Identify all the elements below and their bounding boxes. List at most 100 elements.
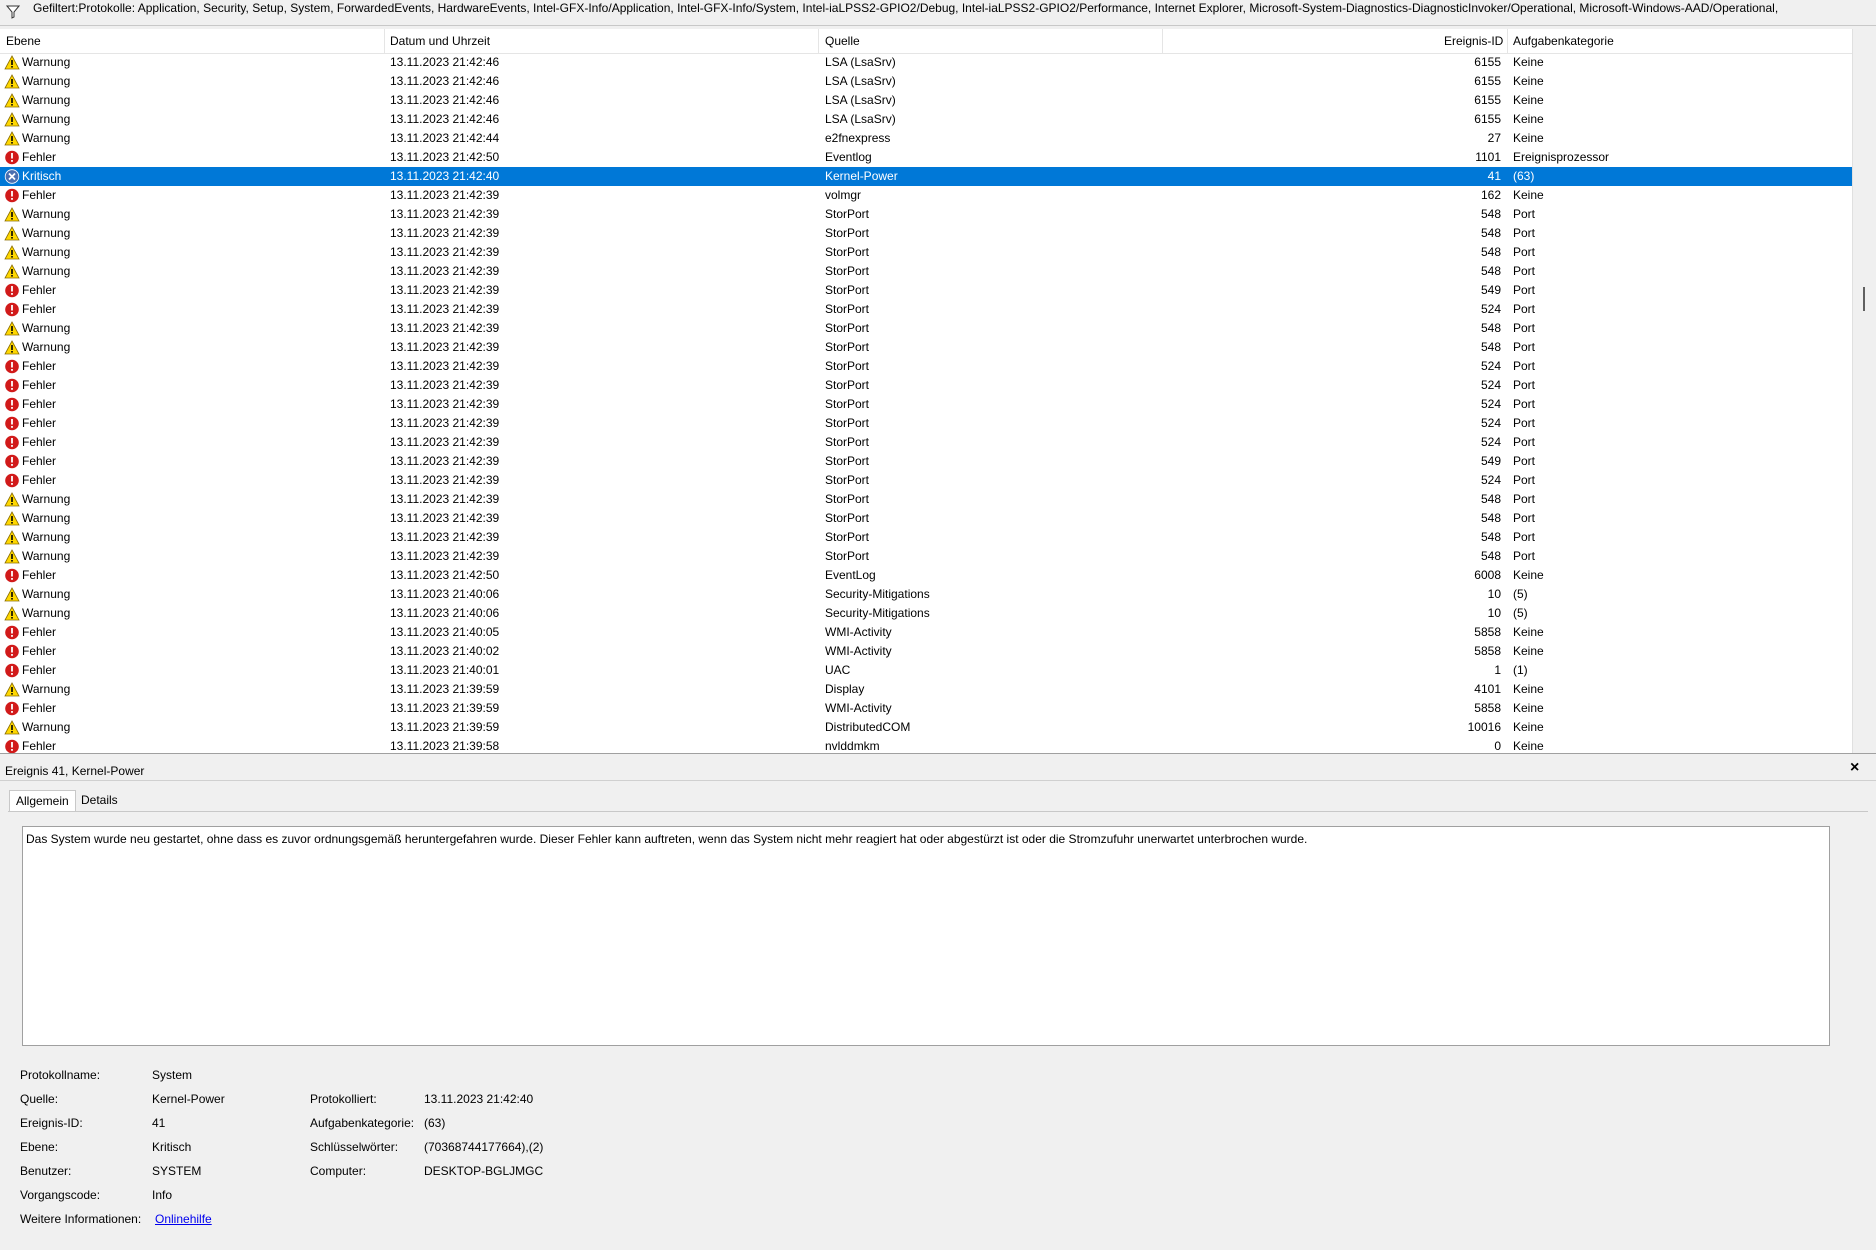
label-level: Ebene: xyxy=(20,1140,59,1154)
table-row[interactable]: Warnung 13.11.2023 21:42:39 StorPort 548 Por… xyxy=(0,224,1852,243)
column-datetime[interactable]: Datum und Uhrzeit xyxy=(390,34,490,48)
row-category: Port xyxy=(1513,473,1536,487)
row-category: Port xyxy=(1513,511,1536,525)
row-source: WMI-Activity xyxy=(825,625,892,639)
table-row[interactable]: Warnung 13.11.2023 21:42:39 StorPort 548 Por… xyxy=(0,243,1852,262)
row-category: Keine xyxy=(1513,625,1544,639)
online-help-link[interactable]: Onlinehilfe xyxy=(155,1212,212,1226)
row-source: LSA (LsaSrv) xyxy=(825,74,896,88)
row-level: Warnung xyxy=(22,511,71,525)
detail-title: Ereignis 41, Kernel-Power xyxy=(5,764,145,778)
tab-general[interactable]: Allgemein xyxy=(9,790,76,811)
table-row[interactable]: Warnung 13.11.2023 21:39:59 DistributedCOM… xyxy=(0,718,1852,737)
row-datetime: 13.11.2023 21:42:50 xyxy=(390,568,500,582)
column-event-id[interactable]: Ereignis-ID xyxy=(1444,34,1503,48)
row-source: DistributedCOM xyxy=(825,720,911,734)
table-row[interactable]: Warnung 13.11.2023 21:42:46 LSA (LsaSrv) 61… xyxy=(0,91,1852,110)
column-source[interactable]: Quelle xyxy=(825,34,860,48)
table-row[interactable]: Warnung 13.11.2023 21:39:59 Display 4101 Kei… xyxy=(0,680,1852,699)
row-level: Fehler xyxy=(22,663,57,677)
table-row[interactable]: Fehler 13.11.2023 21:42:39 StorPort 549 Port xyxy=(0,281,1852,300)
row-datetime: 13.11.2023 21:42:46 xyxy=(390,74,500,88)
warning-icon xyxy=(4,131,20,146)
table-row[interactable]: Fehler 13.11.2023 21:42:39 StorPort 524 Port xyxy=(0,300,1852,319)
table-row[interactable]: Fehler 13.11.2023 21:39:58 nvlddmkm 0 Keine xyxy=(0,737,1852,753)
row-event-id: 10 xyxy=(1487,587,1501,601)
table-row[interactable]: Warnung 13.11.2023 21:42:39 StorPort 548 Por… xyxy=(0,547,1852,566)
row-datetime: 13.11.2023 21:42:39 xyxy=(390,188,500,202)
row-category: Port xyxy=(1513,378,1536,392)
row-source: StorPort xyxy=(825,511,870,525)
table-row[interactable]: Fehler 13.11.2023 21:42:50 EventLog 6008 Kei… xyxy=(0,566,1852,585)
table-row[interactable]: Fehler 13.11.2023 21:39:59 WMI-Activity 585… xyxy=(0,699,1852,718)
row-datetime: 13.11.2023 21:40:02 xyxy=(390,644,500,658)
table-row[interactable]: Warnung 13.11.2023 21:42:39 StorPort 548 Por… xyxy=(0,319,1852,338)
row-category: Port xyxy=(1513,283,1536,297)
row-event-id: 548 xyxy=(1480,549,1501,563)
table-row[interactable]: Fehler 13.11.2023 21:40:05 WMI-Activity 585… xyxy=(0,623,1852,642)
row-source: StorPort xyxy=(825,340,870,354)
warning-icon xyxy=(4,55,20,70)
table-row[interactable]: Warnung 13.11.2023 21:42:46 LSA (LsaSrv) 61… xyxy=(0,72,1852,91)
table-row[interactable]: Warnung 13.11.2023 21:42:39 StorPort 548 Por… xyxy=(0,338,1852,357)
warning-icon xyxy=(4,720,20,735)
table-row[interactable]: Warnung 13.11.2023 21:42:39 StorPort 548 Por… xyxy=(0,205,1852,224)
description-box[interactable]: Das System wurde neu gestartet, ohne das… xyxy=(22,826,1830,1046)
row-level: Warnung xyxy=(22,587,71,601)
table-row[interactable]: Warnung 13.11.2023 21:42:46 LSA (LsaSrv) 61… xyxy=(0,53,1852,72)
table-row[interactable]: Warnung 13.11.2023 21:40:06 Security-Mitig… xyxy=(0,604,1852,623)
label-more-info: Weitere Informationen: xyxy=(20,1212,142,1226)
close-icon[interactable]: × xyxy=(1850,759,1859,777)
row-datetime: 13.11.2023 21:39:59 xyxy=(390,720,500,734)
row-event-id: 41 xyxy=(1487,169,1501,183)
row-level: Warnung xyxy=(22,245,71,259)
warning-icon xyxy=(4,226,20,241)
table-row[interactable]: Fehler 13.11.2023 21:42:39 volmgr 162 Keine xyxy=(0,186,1852,205)
table-row[interactable]: Fehler 13.11.2023 21:42:39 StorPort 524 Port xyxy=(0,357,1852,376)
row-category: (5) xyxy=(1513,606,1528,620)
label-logged: Protokolliert: xyxy=(310,1092,377,1106)
row-datetime: 13.11.2023 21:42:44 xyxy=(390,131,500,145)
row-datetime: 13.11.2023 21:42:46 xyxy=(390,55,500,69)
table-row[interactable]: Fehler 13.11.2023 21:42:39 StorPort 524 Port xyxy=(0,376,1852,395)
row-event-id: 548 xyxy=(1480,321,1501,335)
event-list[interactable]: Ebene Datum und Uhrzeit Quelle Ereignis-… xyxy=(0,29,1876,754)
table-row[interactable]: Fehler 13.11.2023 21:42:39 StorPort 524 Port xyxy=(0,414,1852,433)
column-category[interactable]: Aufgabenkategorie xyxy=(1513,34,1614,48)
row-source: WMI-Activity xyxy=(825,644,892,658)
value-logged: 13.11.2023 21:42:40 xyxy=(424,1092,534,1106)
row-category: (63) xyxy=(1513,169,1535,183)
row-datetime: 13.11.2023 21:42:46 xyxy=(390,93,500,107)
row-datetime: 13.11.2023 21:42:39 xyxy=(390,492,500,506)
table-row[interactable]: Fehler 13.11.2023 21:40:02 WMI-Activity 585… xyxy=(0,642,1852,661)
row-level: Fehler xyxy=(22,568,57,582)
row-event-id: 5858 xyxy=(1474,701,1501,715)
table-row[interactable]: Fehler 13.11.2023 21:42:39 StorPort 524 Port xyxy=(0,471,1852,490)
error-icon xyxy=(4,359,20,374)
table-row[interactable]: Warnung 13.11.2023 21:42:39 StorPort 548 Por… xyxy=(0,509,1852,528)
row-source: LSA (LsaSrv) xyxy=(825,55,896,69)
row-event-id: 5858 xyxy=(1474,644,1501,658)
table-row[interactable]: Fehler 13.11.2023 21:42:39 StorPort 524 Port xyxy=(0,433,1852,452)
row-category: Keine xyxy=(1513,701,1544,715)
row-datetime: 13.11.2023 21:42:39 xyxy=(390,207,500,221)
table-row[interactable]: Fehler 13.11.2023 21:42:39 StorPort 524 Port xyxy=(0,395,1852,414)
table-row[interactable]: Warnung 13.11.2023 21:42:44 e2fnexpress 27 K… xyxy=(0,129,1852,148)
table-row[interactable]: Warnung 13.11.2023 21:42:39 StorPort 548 Por… xyxy=(0,528,1852,547)
column-level[interactable]: Ebene xyxy=(6,34,41,48)
tab-details[interactable]: Details xyxy=(75,790,124,810)
table-row[interactable]: Fehler 13.11.2023 21:42:39 StorPort 549 Port xyxy=(0,452,1852,471)
table-row[interactable]: Warnung 13.11.2023 21:42:39 StorPort 548 Por… xyxy=(0,262,1852,281)
vertical-scrollbar[interactable] xyxy=(1852,29,1876,753)
row-source: StorPort xyxy=(825,302,870,316)
table-row[interactable]: Fehler 13.11.2023 21:42:50 Eventlog 1101 Ere… xyxy=(0,148,1852,167)
row-event-id: 1 xyxy=(1494,663,1501,677)
scroll-thumb[interactable] xyxy=(1863,287,1865,311)
table-row[interactable]: Kritisch 13.11.2023 21:42:40 Kernel-Power 4… xyxy=(0,167,1852,186)
table-row[interactable]: Warnung 13.11.2023 21:40:06 Security-Mitig… xyxy=(0,585,1852,604)
table-row[interactable]: Fehler 13.11.2023 21:40:01 UAC 1 (1) xyxy=(0,661,1852,680)
row-level: Warnung xyxy=(22,112,71,126)
table-row[interactable]: Warnung 13.11.2023 21:42:39 StorPort 548 Por… xyxy=(0,490,1852,509)
row-event-id: 6155 xyxy=(1474,93,1501,107)
table-row[interactable]: Warnung 13.11.2023 21:42:46 LSA (LsaSrv) 61… xyxy=(0,110,1852,129)
